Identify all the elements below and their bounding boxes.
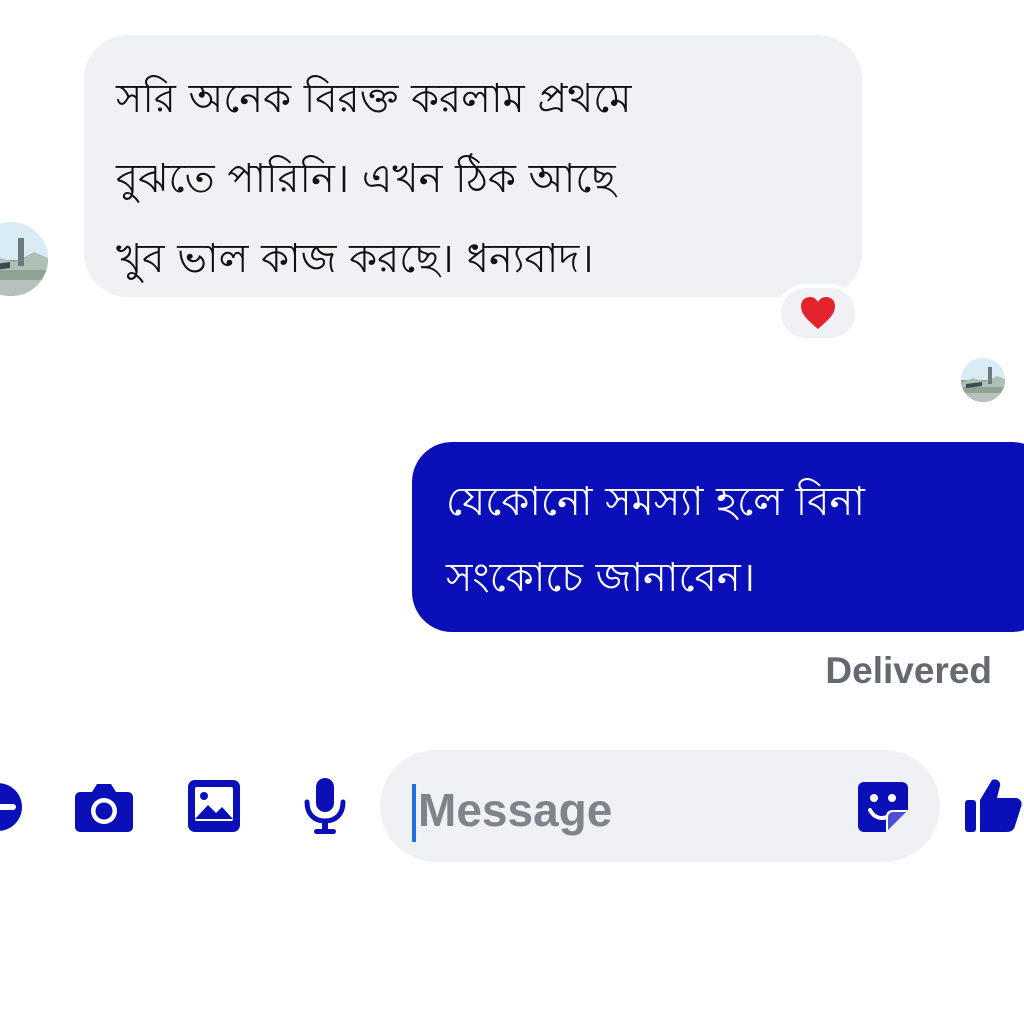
message-placeholder: Message — [418, 784, 613, 836]
heart-icon — [801, 297, 835, 329]
seen-avatar — [961, 358, 1005, 402]
contact-avatar[interactable] — [0, 222, 48, 296]
plus-button[interactable] — [0, 780, 24, 834]
microphone-button[interactable] — [302, 776, 348, 836]
outgoing-message-bubble[interactable]: যেকোনো সমস্যা হলে বিনা সংকোচে জানাবেন। — [412, 442, 1024, 632]
gallery-button[interactable] — [186, 778, 242, 834]
avatar-image — [0, 222, 48, 296]
gallery-icon — [188, 780, 240, 832]
incoming-message-bubble[interactable]: সরি অনেক বিরক্ত করলাম প্রথমে বুঝতে পারিন… — [84, 35, 862, 297]
sticker-icon[interactable] — [856, 780, 910, 834]
microphone-icon — [304, 778, 346, 834]
camera-icon — [75, 784, 133, 832]
thumbs-up-icon — [965, 779, 1022, 832]
delivery-status: Delivered — [825, 650, 992, 691]
like-button[interactable] — [963, 776, 1023, 834]
seen-avatar-image — [961, 358, 1005, 402]
plus-icon — [0, 783, 22, 831]
chat-screen: সরি অনেক বিরক্ত করলাম প্রথমে বুঝতে পারিন… — [0, 0, 1024, 1024]
text-cursor — [412, 784, 416, 842]
message-input[interactable]: Message — [380, 750, 940, 862]
camera-button[interactable] — [74, 780, 134, 834]
message-reaction[interactable] — [777, 284, 859, 342]
